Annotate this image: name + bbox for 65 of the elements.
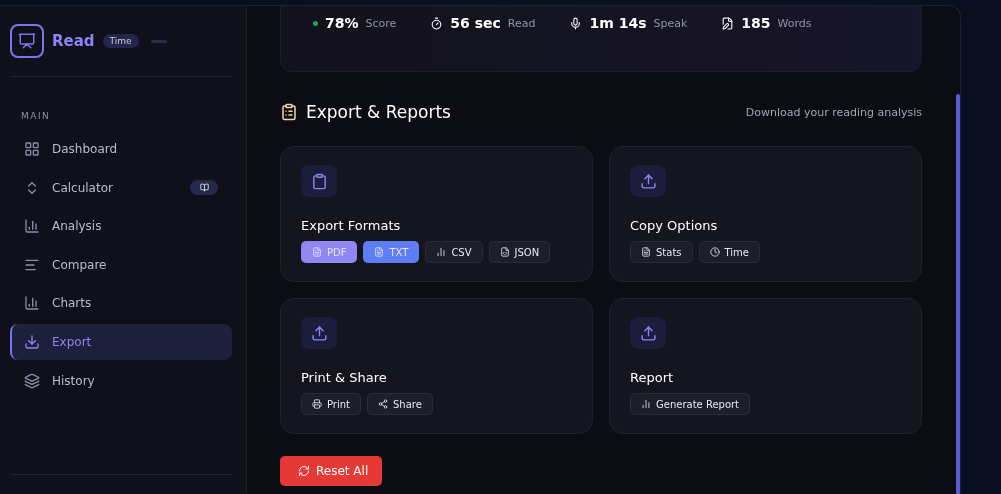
dash-pill <box>150 39 167 43</box>
brand-name: Read <box>52 32 95 50</box>
action-button[interactable]: Print <box>301 393 361 415</box>
sidebar-item[interactable]: Charts <box>10 285 232 322</box>
upload-icon <box>630 165 666 197</box>
sidebar-item-label: Export <box>52 334 92 349</box>
bar-chart-icon <box>24 218 40 235</box>
sidebar-item-label: Charts <box>52 296 92 311</box>
clipboard-icon <box>280 103 298 121</box>
sidebar-item[interactable]: History <box>10 362 232 399</box>
sidebar-item-label: Calculator <box>52 180 113 195</box>
document-icon <box>312 247 322 257</box>
printer-icon <box>312 399 322 409</box>
refresh-icon <box>298 465 310 477</box>
sidebar-item-label: Analysis <box>52 219 102 234</box>
stat-value: 56 sec <box>450 15 501 31</box>
bar-chart-icon <box>641 399 651 409</box>
card-title: Report <box>630 370 675 385</box>
logo-icon <box>10 24 44 58</box>
stat-label: Speak <box>653 16 688 30</box>
section-title: Export & Reports <box>306 102 451 122</box>
bar-chart-icon <box>24 295 40 312</box>
document-icon <box>499 247 510 257</box>
stopwatch-icon <box>430 16 444 30</box>
card-title: Print & Share <box>301 370 388 385</box>
share-icon <box>378 399 388 409</box>
brand-badge: Time <box>102 34 139 48</box>
microphone-icon <box>569 16 583 30</box>
stat-value: 1m 14s <box>589 15 647 31</box>
action-button[interactable]: Share <box>367 393 433 415</box>
stat-label: Words <box>777 16 812 30</box>
bar-chart-icon <box>436 247 447 257</box>
card-title: Export Formats <box>301 218 402 233</box>
document-icon <box>374 247 385 257</box>
stat-value: 78% <box>325 15 359 31</box>
download-icon <box>24 333 40 350</box>
sidebar-item-label: Compare <box>52 257 107 272</box>
sidebar-item-label: Dashboard <box>52 142 118 156</box>
clipboard-icon <box>301 165 337 197</box>
section-subtitle: Download your reading analysis <box>745 105 922 119</box>
action-button[interactable]: Stats <box>630 241 693 263</box>
card-title: Copy Options <box>630 218 719 233</box>
stat-label: Read <box>507 16 536 30</box>
clock-icon <box>709 247 720 257</box>
grid-icon <box>24 141 40 157</box>
upload-icon <box>630 317 666 349</box>
sidebar-item-label: History <box>52 373 95 388</box>
stat-value: 185 <box>741 15 771 31</box>
sidebar-item[interactable]: Compare <box>10 246 232 283</box>
document-icon <box>641 247 651 257</box>
scrollbar-thumb[interactable] <box>956 94 960 494</box>
action-button[interactable]: Generate Report <box>630 393 751 415</box>
sidebar-item[interactable]: Export <box>10 323 232 360</box>
section-label: MAIN <box>21 111 52 121</box>
reset-button[interactable]: Reset All <box>280 456 383 486</box>
sidebar-item[interactable]: Analysis <box>10 208 232 245</box>
upload-icon <box>301 317 337 349</box>
sidebar-item[interactable]: Calculator <box>10 169 232 206</box>
layers-icon <box>24 372 40 389</box>
sidebar-item[interactable]: Dashboard <box>10 131 232 167</box>
document-icon <box>721 16 735 30</box>
action-button[interactable]: JSON <box>488 241 551 263</box>
action-button[interactable]: Time <box>698 241 760 263</box>
stat-label: Score <box>365 16 397 30</box>
action-button[interactable]: CSV <box>425 241 483 263</box>
